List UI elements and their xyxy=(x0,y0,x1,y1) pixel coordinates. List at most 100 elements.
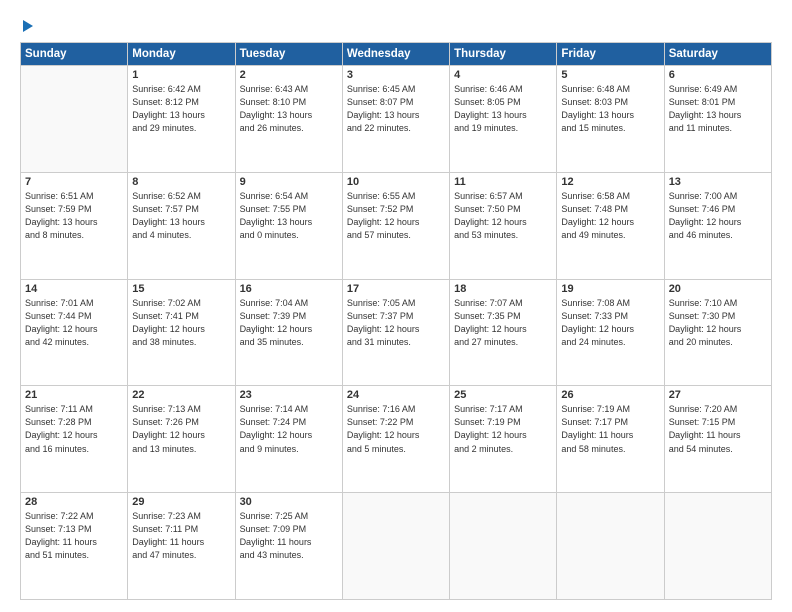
day-info: Sunrise: 6:58 AM Sunset: 7:48 PM Dayligh… xyxy=(561,190,659,242)
calendar-cell: 11 Sunrise: 6:57 AM Sunset: 7:50 PM Dayli… xyxy=(450,172,557,279)
logo-arrow-icon xyxy=(23,20,33,32)
day-info: Sunrise: 6:52 AM Sunset: 7:57 PM Dayligh… xyxy=(132,190,230,242)
weekday-header-sunday: Sunday xyxy=(21,43,128,66)
day-info: Sunrise: 7:19 AM Sunset: 7:17 PM Dayligh… xyxy=(561,403,659,455)
day-info: Sunrise: 6:43 AM Sunset: 8:10 PM Dayligh… xyxy=(240,83,338,135)
calendar-cell xyxy=(557,493,664,600)
weekday-header-wednesday: Wednesday xyxy=(342,43,449,66)
weekday-header-monday: Monday xyxy=(128,43,235,66)
calendar-cell: 2 Sunrise: 6:43 AM Sunset: 8:10 PM Daylig… xyxy=(235,66,342,173)
day-info: Sunrise: 6:51 AM Sunset: 7:59 PM Dayligh… xyxy=(25,190,123,242)
day-number: 10 xyxy=(347,176,445,188)
day-info: Sunrise: 7:00 AM Sunset: 7:46 PM Dayligh… xyxy=(669,190,767,242)
calendar-week-row: 1 Sunrise: 6:42 AM Sunset: 8:12 PM Daylig… xyxy=(21,66,772,173)
calendar-cell: 26Sunrise: 7:19 AM Sunset: 7:17 PM Dayli… xyxy=(557,386,664,493)
weekday-header-thursday: Thursday xyxy=(450,43,557,66)
day-info: Sunrise: 7:07 AM Sunset: 7:35 PM Dayligh… xyxy=(454,297,552,349)
day-info: Sunrise: 7:11 AM Sunset: 7:28 PM Dayligh… xyxy=(25,403,123,455)
calendar-cell: 10 Sunrise: 6:55 AM Sunset: 7:52 PM Dayli… xyxy=(342,172,449,279)
calendar-cell: 21Sunrise: 7:11 AM Sunset: 7:28 PM Dayli… xyxy=(21,386,128,493)
day-number: 12 xyxy=(561,176,659,188)
weekday-header-friday: Friday xyxy=(557,43,664,66)
day-number: 28 xyxy=(25,496,123,508)
weekday-header-tuesday: Tuesday xyxy=(235,43,342,66)
calendar-cell: 30 Sunrise: 7:25 AM Sunset: 7:09 PM Dayli… xyxy=(235,493,342,600)
day-info: Sunrise: 7:23 AM Sunset: 7:11 PM Dayligh… xyxy=(132,510,230,562)
day-number: 29 xyxy=(132,496,230,508)
calendar-cell: 13 Sunrise: 7:00 AM Sunset: 7:46 PM Dayli… xyxy=(664,172,771,279)
day-info: Sunrise: 7:04 AM Sunset: 7:39 PM Dayligh… xyxy=(240,297,338,349)
calendar-cell: 18 Sunrise: 7:07 AM Sunset: 7:35 PM Dayli… xyxy=(450,279,557,386)
day-number: 9 xyxy=(240,176,338,188)
logo xyxy=(20,18,33,32)
day-info: Sunrise: 6:49 AM Sunset: 8:01 PM Dayligh… xyxy=(669,83,767,135)
day-number: 27 xyxy=(669,389,767,401)
calendar-cell: 19Sunrise: 7:08 AM Sunset: 7:33 PM Dayli… xyxy=(557,279,664,386)
calendar: SundayMondayTuesdayWednesdayThursdayFrid… xyxy=(20,42,772,600)
day-number: 15 xyxy=(132,283,230,295)
calendar-cell: 24 Sunrise: 7:16 AM Sunset: 7:22 PM Dayli… xyxy=(342,386,449,493)
calendar-week-row: 28 Sunrise: 7:22 AM Sunset: 7:13 PM Dayli… xyxy=(21,493,772,600)
day-info: Sunrise: 6:48 AM Sunset: 8:03 PM Dayligh… xyxy=(561,83,659,135)
calendar-cell: 5 Sunrise: 6:48 AM Sunset: 8:03 PM Daylig… xyxy=(557,66,664,173)
day-info: Sunrise: 6:45 AM Sunset: 8:07 PM Dayligh… xyxy=(347,83,445,135)
calendar-cell xyxy=(21,66,128,173)
day-info: Sunrise: 7:05 AM Sunset: 7:37 PM Dayligh… xyxy=(347,297,445,349)
calendar-week-row: 7Sunrise: 6:51 AM Sunset: 7:59 PM Daylig… xyxy=(21,172,772,279)
day-number: 1 xyxy=(132,69,230,81)
calendar-cell: 16Sunrise: 7:04 AM Sunset: 7:39 PM Dayli… xyxy=(235,279,342,386)
day-number: 13 xyxy=(669,176,767,188)
calendar-week-row: 21Sunrise: 7:11 AM Sunset: 7:28 PM Dayli… xyxy=(21,386,772,493)
day-number: 11 xyxy=(454,176,552,188)
day-number: 20 xyxy=(669,283,767,295)
weekday-header-row: SundayMondayTuesdayWednesdayThursdayFrid… xyxy=(21,43,772,66)
header xyxy=(20,18,772,32)
calendar-week-row: 14 Sunrise: 7:01 AM Sunset: 7:44 PM Dayli… xyxy=(21,279,772,386)
calendar-cell xyxy=(342,493,449,600)
day-info: Sunrise: 7:08 AM Sunset: 7:33 PM Dayligh… xyxy=(561,297,659,349)
page: SundayMondayTuesdayWednesdayThursdayFrid… xyxy=(0,0,792,612)
day-info: Sunrise: 7:22 AM Sunset: 7:13 PM Dayligh… xyxy=(25,510,123,562)
calendar-cell xyxy=(450,493,557,600)
day-number: 2 xyxy=(240,69,338,81)
day-info: Sunrise: 6:55 AM Sunset: 7:52 PM Dayligh… xyxy=(347,190,445,242)
day-number: 5 xyxy=(561,69,659,81)
day-info: Sunrise: 7:01 AM Sunset: 7:44 PM Dayligh… xyxy=(25,297,123,349)
day-number: 4 xyxy=(454,69,552,81)
calendar-cell: 8Sunrise: 6:52 AM Sunset: 7:57 PM Daylig… xyxy=(128,172,235,279)
day-number: 25 xyxy=(454,389,552,401)
day-number: 6 xyxy=(669,69,767,81)
calendar-cell: 22Sunrise: 7:13 AM Sunset: 7:26 PM Dayli… xyxy=(128,386,235,493)
day-info: Sunrise: 7:10 AM Sunset: 7:30 PM Dayligh… xyxy=(669,297,767,349)
day-number: 18 xyxy=(454,283,552,295)
calendar-cell: 25 Sunrise: 7:17 AM Sunset: 7:19 PM Dayli… xyxy=(450,386,557,493)
calendar-cell xyxy=(664,493,771,600)
day-info: Sunrise: 7:02 AM Sunset: 7:41 PM Dayligh… xyxy=(132,297,230,349)
day-number: 22 xyxy=(132,389,230,401)
calendar-cell: 3 Sunrise: 6:45 AM Sunset: 8:07 PM Daylig… xyxy=(342,66,449,173)
day-number: 14 xyxy=(25,283,123,295)
calendar-cell: 15 Sunrise: 7:02 AM Sunset: 7:41 PM Dayli… xyxy=(128,279,235,386)
day-info: Sunrise: 6:54 AM Sunset: 7:55 PM Dayligh… xyxy=(240,190,338,242)
day-info: Sunrise: 7:16 AM Sunset: 7:22 PM Dayligh… xyxy=(347,403,445,455)
day-info: Sunrise: 7:20 AM Sunset: 7:15 PM Dayligh… xyxy=(669,403,767,455)
day-info: Sunrise: 7:14 AM Sunset: 7:24 PM Dayligh… xyxy=(240,403,338,455)
calendar-cell: 9 Sunrise: 6:54 AM Sunset: 7:55 PM Daylig… xyxy=(235,172,342,279)
day-number: 30 xyxy=(240,496,338,508)
day-number: 23 xyxy=(240,389,338,401)
calendar-cell: 27 Sunrise: 7:20 AM Sunset: 7:15 PM Dayli… xyxy=(664,386,771,493)
calendar-cell: 17Sunrise: 7:05 AM Sunset: 7:37 PM Dayli… xyxy=(342,279,449,386)
calendar-cell: 12 Sunrise: 6:58 AM Sunset: 7:48 PM Dayli… xyxy=(557,172,664,279)
calendar-cell: 23 Sunrise: 7:14 AM Sunset: 7:24 PM Dayli… xyxy=(235,386,342,493)
day-info: Sunrise: 6:57 AM Sunset: 7:50 PM Dayligh… xyxy=(454,190,552,242)
day-info: Sunrise: 7:17 AM Sunset: 7:19 PM Dayligh… xyxy=(454,403,552,455)
calendar-cell: 4 Sunrise: 6:46 AM Sunset: 8:05 PM Daylig… xyxy=(450,66,557,173)
day-number: 24 xyxy=(347,389,445,401)
calendar-cell: 29 Sunrise: 7:23 AM Sunset: 7:11 PM Dayli… xyxy=(128,493,235,600)
calendar-cell: 7Sunrise: 6:51 AM Sunset: 7:59 PM Daylig… xyxy=(21,172,128,279)
day-number: 3 xyxy=(347,69,445,81)
day-info: Sunrise: 6:46 AM Sunset: 8:05 PM Dayligh… xyxy=(454,83,552,135)
day-info: Sunrise: 7:25 AM Sunset: 7:09 PM Dayligh… xyxy=(240,510,338,562)
weekday-header-saturday: Saturday xyxy=(664,43,771,66)
day-info: Sunrise: 6:42 AM Sunset: 8:12 PM Dayligh… xyxy=(132,83,230,135)
